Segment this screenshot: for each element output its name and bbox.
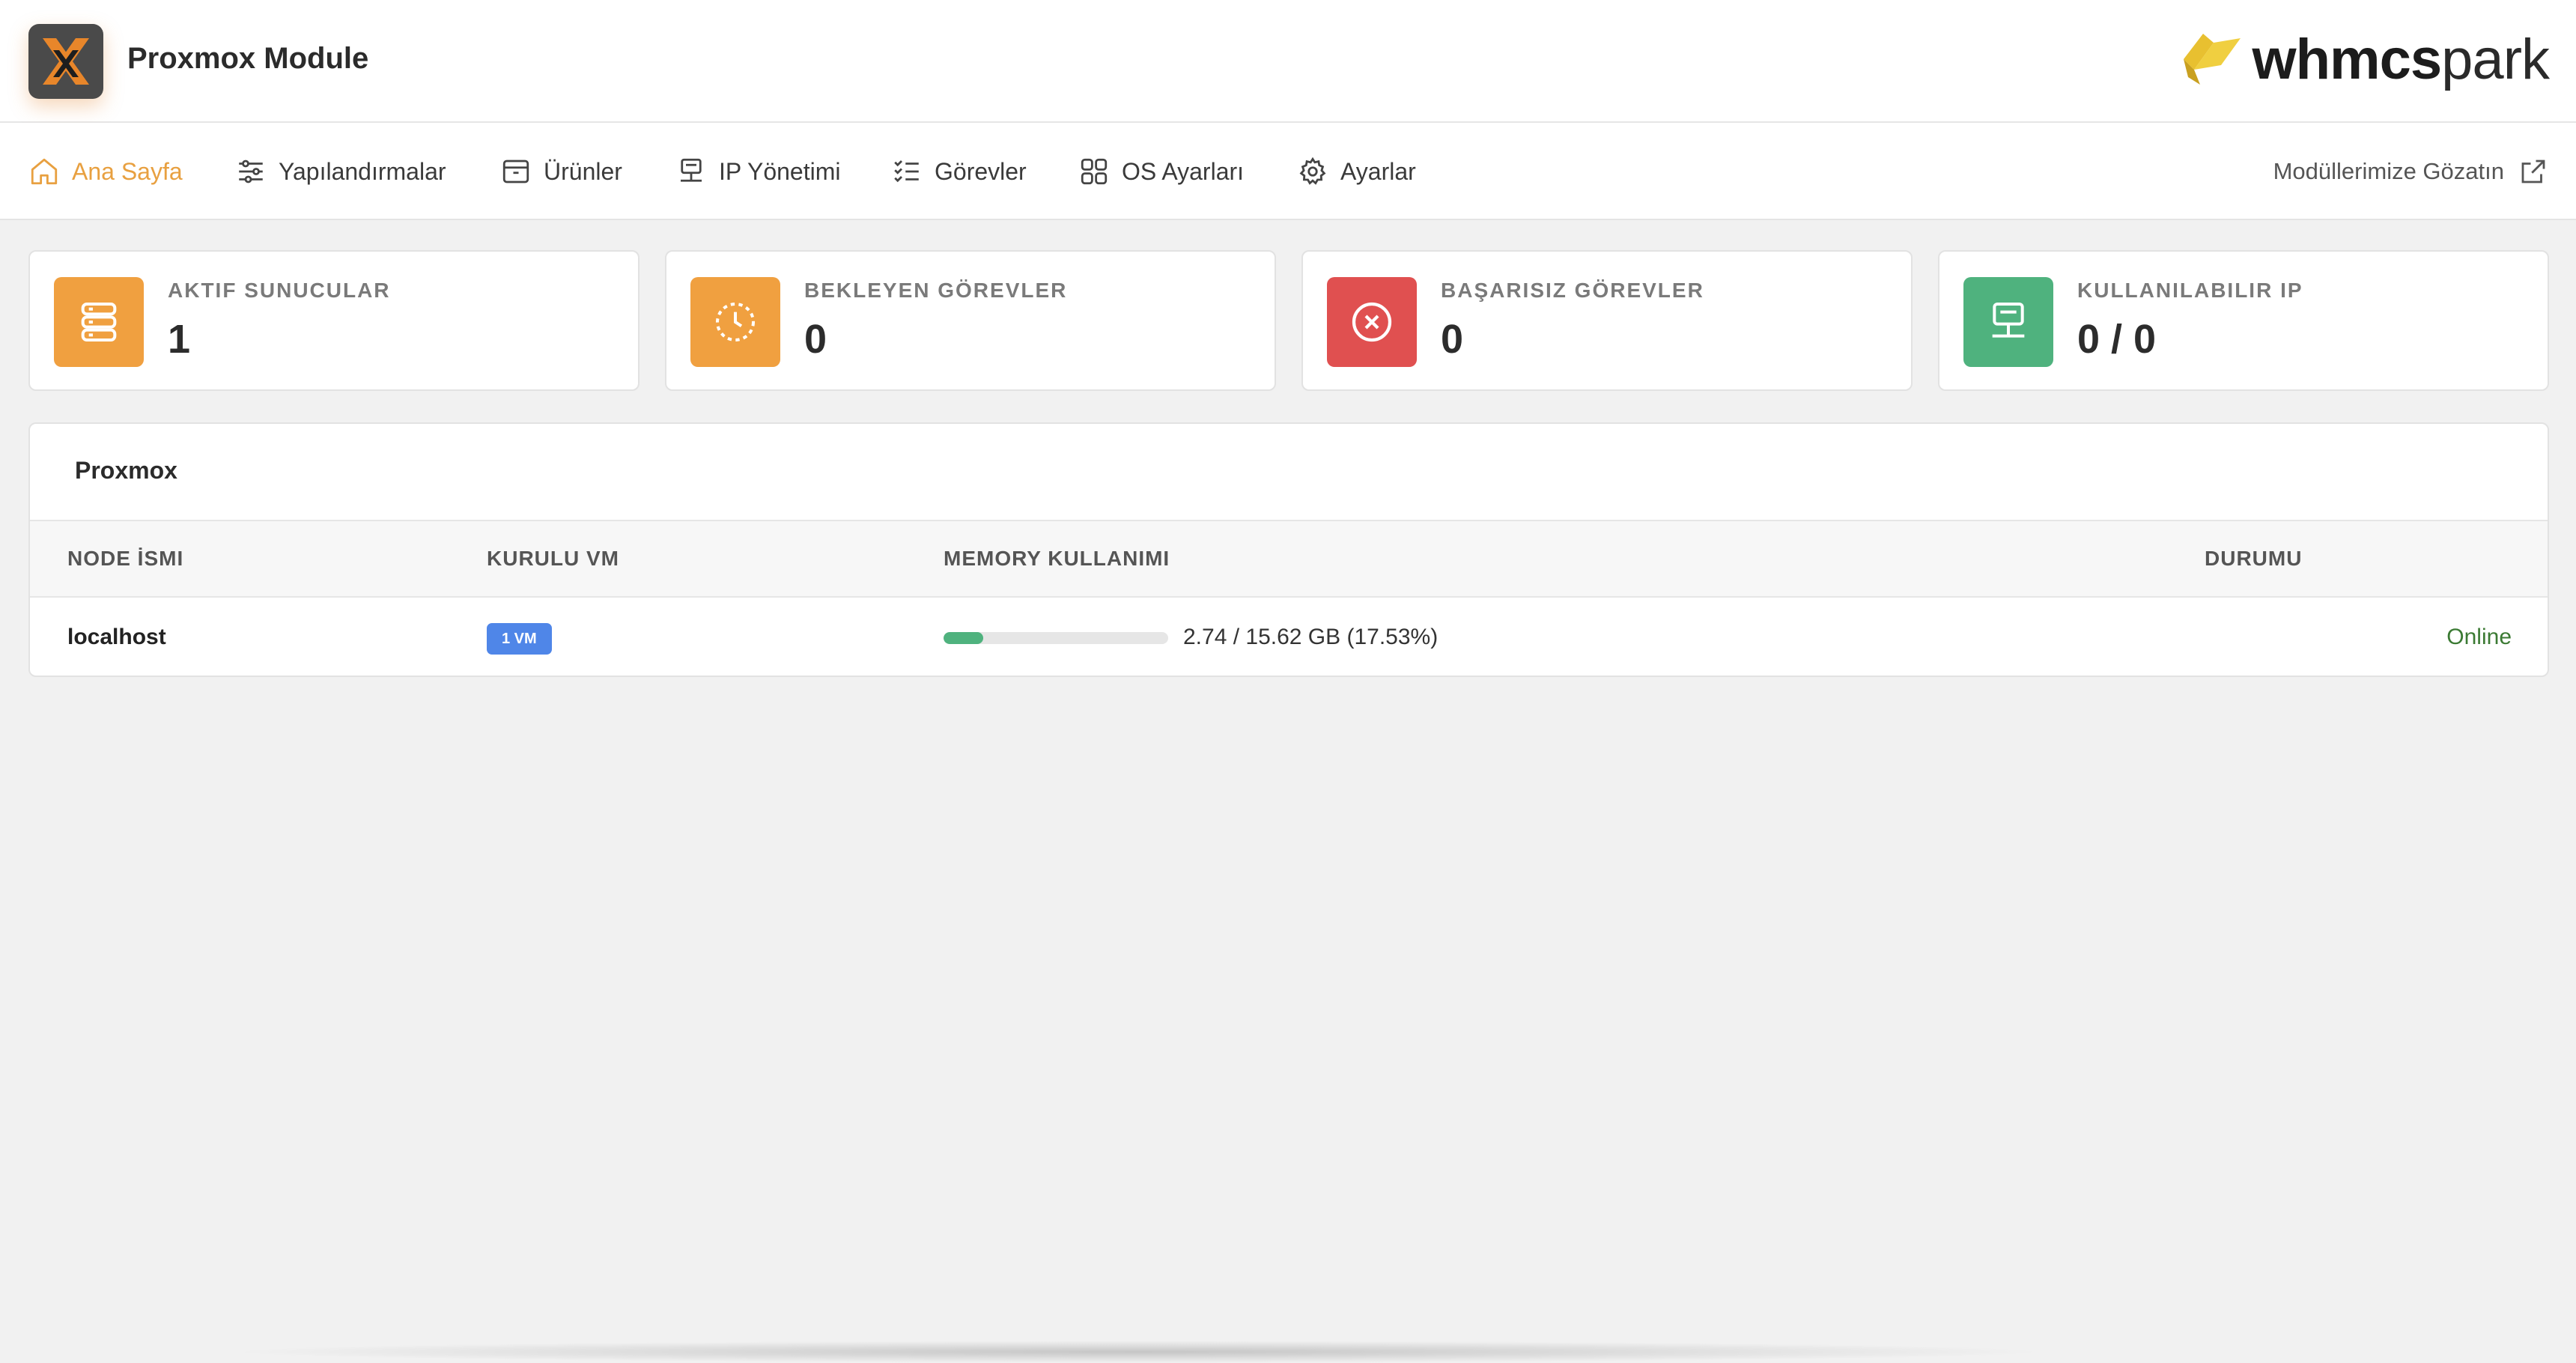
- x-circle-icon: [1327, 277, 1417, 367]
- checklist-icon: [894, 160, 919, 183]
- nav-item-ana-sayfa[interactable]: Ana Sayfa: [28, 153, 183, 190]
- table-row[interactable]: localhost 1 VM 2.74 / 15.62 GB (17.53%) …: [30, 598, 2548, 676]
- nav-item-ip-yonetimi[interactable]: IP Yönetimi: [675, 153, 840, 190]
- nav-label: Ayarlar: [1340, 157, 1416, 185]
- archive-icon: [502, 160, 529, 183]
- nav-item-gorevler[interactable]: Görevler: [891, 153, 1027, 190]
- proxmox-logo[interactable]: [28, 24, 103, 99]
- vm-count-badge: 1 VM: [487, 623, 552, 655]
- stat-card-kullanilabilir-ip: KULLANILABILIR IP 0 / 0: [1938, 250, 2549, 391]
- app-title: Proxmox Module: [127, 42, 369, 75]
- brand-text-light: park: [2441, 27, 2550, 91]
- stat-value: 0: [1441, 317, 1464, 362]
- nav-label: OS Ayarları: [1122, 157, 1245, 185]
- stat-card-bekleyen-gorevler: BEKLEYEN GÖREVLER 0: [665, 250, 1276, 391]
- memory-progress-fill: [944, 632, 983, 644]
- sliders-icon: [239, 160, 263, 183]
- nav-item-urunler[interactable]: Ürünler: [500, 153, 622, 190]
- brand-text-bold: whmcs: [2252, 27, 2443, 91]
- column-header-memory: MEMORY KULLANIMI: [944, 547, 1170, 570]
- bottom-shadow: [225, 1341, 2052, 1363]
- nav-item-os-ayarlari[interactable]: OS Ayarları: [1078, 153, 1244, 190]
- column-header-vm: KURULU VM: [487, 547, 619, 570]
- table-header: NODE İSMI KURULU VM MEMORY KULLANIMI DUR…: [30, 520, 2548, 598]
- external-link-label: Modüllerimize Gözatın: [2273, 158, 2504, 184]
- network-icon: [1963, 277, 2053, 367]
- proxmox-nodes-panel: Proxmox NODE İSMI KURULU VM MEMORY KULLA…: [28, 422, 2549, 677]
- stat-card-basarisiz-gorevler: BAŞARISIZ GÖREVLER 0: [1301, 250, 1913, 391]
- gear-icon: [1299, 157, 1326, 185]
- stat-value: 0 / 0: [2077, 317, 2157, 362]
- nav-label: Ana Sayfa: [72, 157, 183, 185]
- stat-card-aktif-sunucular: AKTIF SUNUCULAR 1: [28, 250, 640, 391]
- proxmox-x-icon: [43, 38, 89, 85]
- clock-icon: [690, 277, 780, 367]
- external-link-icon: [2521, 160, 2545, 183]
- stat-value: 0: [804, 317, 827, 362]
- server-icon: [54, 277, 144, 367]
- nav-label: IP Yönetimi: [719, 157, 841, 185]
- stat-label: AKTIF SUNUCULAR: [168, 279, 391, 302]
- main-nav: Ana Sayfa Yapılandırmalar Ürünler IP Yön…: [0, 123, 2576, 220]
- stat-value: 1: [168, 317, 191, 362]
- nav-label: Ürünler: [544, 157, 622, 185]
- home-icon: [31, 158, 58, 185]
- nav-label: Yapılandırmalar: [279, 157, 446, 185]
- memory-usage-text: 2.74 / 15.62 GB (17.53%): [1183, 625, 1439, 649]
- status-text: Online: [2446, 625, 2512, 649]
- column-header-node: NODE İSMI: [67, 547, 184, 570]
- whmcspark-logo[interactable]: whmcspark: [2178, 25, 2550, 93]
- column-header-status: DURUMU: [2205, 547, 2303, 570]
- external-modules-link[interactable]: Modüllerimize Gözatın: [2273, 153, 2549, 190]
- stat-label: KULLANILABILIR IP: [2077, 279, 2303, 302]
- nav-label: Görevler: [935, 157, 1027, 185]
- nav-item-ayarlar[interactable]: Ayarlar: [1297, 153, 1416, 190]
- stat-label: BAŞARISIZ GÖREVLER: [1441, 279, 1704, 302]
- stat-label: BEKLEYEN GÖREVLER: [804, 279, 1068, 302]
- nav-item-yapilandirmalar[interactable]: Yapılandırmalar: [235, 153, 446, 190]
- node-name: localhost: [67, 625, 166, 649]
- memory-progress-bar: [944, 632, 1168, 644]
- app-header: Proxmox Module whmcspark: [0, 0, 2576, 123]
- grid-icon: [1081, 158, 1108, 185]
- network-icon: [681, 158, 702, 182]
- brand-mark-icon: [2183, 34, 2241, 85]
- panel-title: Proxmox: [75, 457, 177, 484]
